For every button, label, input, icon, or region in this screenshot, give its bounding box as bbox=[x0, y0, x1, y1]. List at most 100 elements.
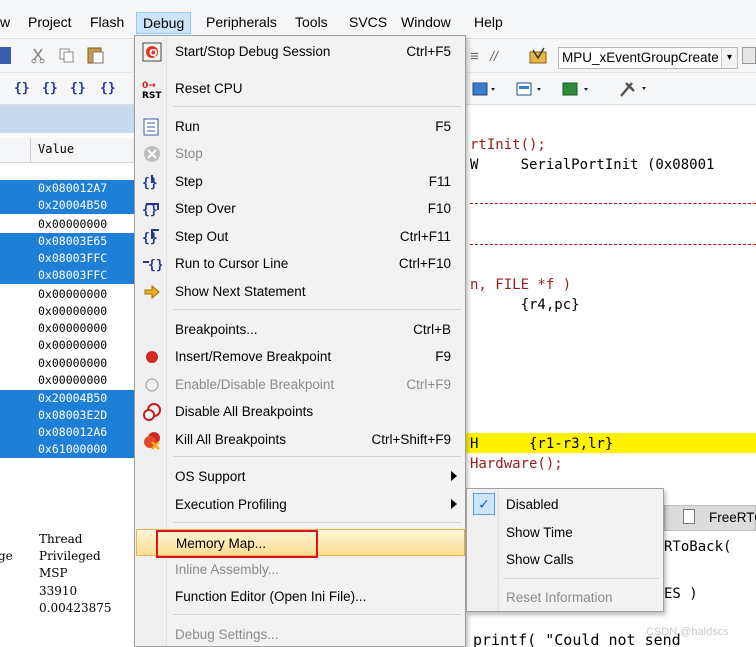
target-select[interactable]: MPU_xEventGroupCreate ▾ bbox=[558, 47, 738, 69]
code-line[interactable]: RToBack( bbox=[664, 537, 731, 557]
menu-item-disable-all-breakpoints[interactable]: Disable All Breakpoints bbox=[136, 398, 465, 425]
step-out-icon[interactable]: {} bbox=[70, 81, 86, 96]
code-line[interactable]: rtInit(); bbox=[470, 135, 546, 155]
menu-separator bbox=[173, 106, 461, 107]
register-row[interactable]: 0x20004B50 bbox=[0, 390, 135, 407]
analysis-window-icon[interactable] bbox=[472, 81, 496, 98]
menu-item-step-over[interactable]: {} Step Over F10 bbox=[136, 195, 465, 222]
run-to-cursor-icon: {} bbox=[142, 254, 164, 274]
run-to-cursor-icon[interactable]: {} bbox=[100, 81, 116, 96]
menu-item-debug-settings[interactable]: Debug Settings... bbox=[136, 621, 465, 647]
menu-item-run[interactable]: Run F5 bbox=[136, 113, 465, 140]
submenu-item-show-calls[interactable]: Show Calls bbox=[468, 546, 664, 573]
code-line[interactable]: W SerialPortInit (0x08001 bbox=[470, 155, 714, 175]
code-line[interactable]: {r4,pc} bbox=[470, 295, 580, 315]
target-select-value: MPU_xEventGroupCreate bbox=[562, 50, 719, 65]
register-row[interactable]: 0x61000000 bbox=[0, 441, 135, 458]
register-row[interactable]: 0x00000000 bbox=[0, 303, 135, 320]
indent-icon[interactable]: ≡ bbox=[470, 48, 487, 65]
register-row[interactable]: 0x08003E2D bbox=[0, 407, 135, 424]
register-expand-markers bbox=[0, 180, 10, 458]
column-divider[interactable] bbox=[30, 138, 31, 163]
menu-separator bbox=[173, 456, 461, 457]
code-line[interactable]: ES ) bbox=[664, 584, 698, 604]
code-line[interactable]: H {r1-r3,lr} bbox=[470, 434, 613, 454]
register-row[interactable]: 0x00000000 bbox=[0, 372, 135, 389]
register-row[interactable]: 0x00000000 bbox=[0, 337, 135, 354]
menu-window[interactable]: Window bbox=[395, 12, 457, 34]
menu-svcs[interactable]: SVCS bbox=[343, 12, 393, 34]
submenu-item-disabled[interactable]: ✓ Disabled bbox=[468, 491, 664, 518]
register-value: 0x00000000 bbox=[38, 217, 108, 231]
states-value: 33910 bbox=[39, 584, 78, 598]
menu-item-execution-profiling[interactable]: Execution Profiling bbox=[136, 491, 465, 518]
menu-item-stop[interactable]: Stop bbox=[136, 140, 465, 167]
breakpoint-dot-icon bbox=[142, 347, 162, 367]
svg-text:0→: 0→ bbox=[142, 81, 156, 91]
stack-value: MSP bbox=[39, 566, 68, 580]
register-row[interactable]: 0x00000000 bbox=[0, 216, 135, 233]
step-over-icon[interactable]: {} bbox=[42, 81, 58, 96]
menu-item-breakpoints[interactable]: Breakpoints... Ctrl+B bbox=[136, 316, 465, 343]
menu-item-show-next-statement[interactable]: Show Next Statement bbox=[136, 278, 465, 305]
menu-item-enable-disable-breakpoint[interactable]: Enable/Disable Breakpoint Ctrl+F9 bbox=[136, 371, 465, 398]
menu-item-reset-cpu[interactable]: 0→ RST Reset CPU bbox=[136, 75, 465, 102]
menu-flash[interactable]: Flash bbox=[84, 12, 130, 34]
save-all-icon[interactable] bbox=[0, 47, 11, 64]
code-separator bbox=[470, 203, 756, 204]
tools-icon[interactable] bbox=[618, 79, 648, 97]
tab-freertos[interactable]: FreeRTO bbox=[664, 505, 756, 531]
status-label-partial: ge bbox=[0, 549, 13, 563]
registers-title-bar bbox=[0, 105, 135, 133]
register-row[interactable]: 0x00000000 bbox=[0, 286, 135, 303]
cut-icon[interactable] bbox=[30, 47, 47, 64]
code-line[interactable]: n, FILE *f ) bbox=[470, 275, 571, 295]
menu-item-start-stop-debug[interactable]: Q Start/Stop Debug Session Ctrl+F5 bbox=[136, 38, 465, 65]
register-value: 0x61000000 bbox=[38, 442, 108, 456]
trace-window-icon[interactable] bbox=[516, 81, 542, 98]
menu-help[interactable]: Help bbox=[468, 12, 509, 34]
register-row[interactable]: 0x080012A7 bbox=[0, 180, 135, 197]
menu-separator bbox=[173, 614, 461, 615]
register-value: 0x08003E2D bbox=[38, 408, 108, 422]
register-row[interactable]: 0x080012A6 bbox=[0, 424, 135, 441]
menu-item-step[interactable]: {} Step F11 bbox=[136, 168, 465, 195]
menu-item-step-out[interactable]: {} Step Out Ctrl+F11 bbox=[136, 223, 465, 250]
target-options-icon[interactable] bbox=[528, 46, 547, 64]
register-row[interactable]: 0x00000000 bbox=[0, 320, 135, 337]
step-icon[interactable]: {} bbox=[14, 81, 30, 96]
menu-item-kill-all-breakpoints[interactable]: Kill All Breakpoints Ctrl+Shift+F9 bbox=[136, 426, 465, 453]
comment-icon[interactable]: // bbox=[490, 48, 507, 65]
paste-icon[interactable] bbox=[86, 45, 104, 64]
menu-item-insert-remove-breakpoint[interactable]: Insert/Remove Breakpoint F9 bbox=[136, 343, 465, 370]
code-line[interactable]: Hardware(); bbox=[470, 454, 563, 474]
menu-peripherals[interactable]: Peripherals bbox=[200, 12, 283, 34]
value-column-header[interactable]: Value bbox=[38, 142, 74, 156]
svg-text:{}: {} bbox=[148, 258, 162, 273]
register-value: 0x080012A6 bbox=[38, 425, 108, 439]
menu-item-os-support[interactable]: OS Support bbox=[136, 463, 465, 490]
register-row[interactable]: 0x08003FFC bbox=[0, 267, 135, 284]
menu-debug[interactable]: Debug bbox=[136, 12, 192, 34]
register-row[interactable]: 0x00000000 bbox=[0, 355, 135, 372]
copy-icon[interactable] bbox=[58, 47, 75, 64]
submenu-item-reset-information[interactable]: Reset Information bbox=[468, 584, 664, 611]
menu-separator bbox=[173, 309, 461, 310]
system-viewer-icon[interactable] bbox=[562, 81, 590, 98]
svg-text:{}: {} bbox=[142, 203, 158, 218]
register-row[interactable]: 0x20004B50 bbox=[0, 197, 135, 214]
mode-value: Thread bbox=[39, 532, 83, 546]
register-row[interactable]: 0x08003FFC bbox=[0, 250, 135, 267]
reset-cpu-icon: 0→ RST bbox=[142, 79, 162, 101]
menu-window-partial[interactable]: w bbox=[0, 12, 16, 34]
menu-project[interactable]: Project bbox=[22, 12, 78, 34]
privilege-value: Privileged bbox=[39, 549, 101, 563]
menu-item-function-editor[interactable]: Function Editor (Open Ini File)... bbox=[136, 583, 465, 610]
menu-item-inline-assembly[interactable]: Inline Assembly... bbox=[136, 556, 465, 583]
register-row[interactable]: 0x08003E65 bbox=[0, 233, 135, 250]
menu-tools[interactable]: Tools bbox=[289, 12, 334, 34]
submenu-item-show-time[interactable]: Show Time bbox=[468, 519, 664, 546]
chevron-down-icon[interactable]: ▾ bbox=[721, 48, 737, 68]
menu-item-run-to-cursor[interactable]: {} Run to Cursor Line Ctrl+F10 bbox=[136, 250, 465, 277]
manage-components-icon[interactable] bbox=[742, 47, 756, 64]
